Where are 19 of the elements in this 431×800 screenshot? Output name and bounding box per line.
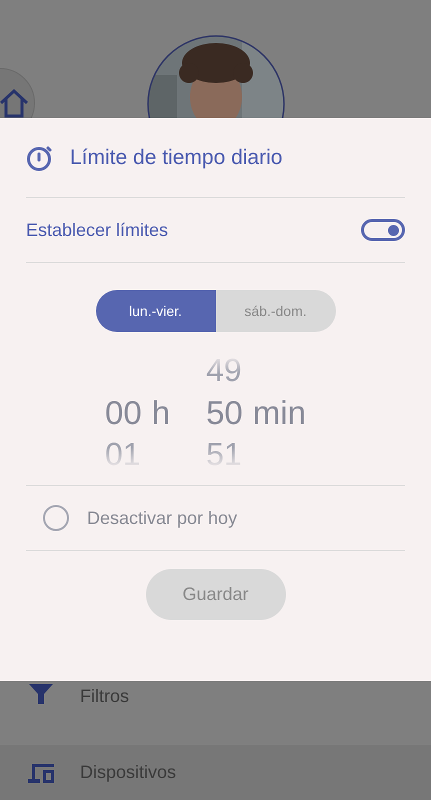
picker-value[interactable]: 50	[206, 396, 243, 428]
limits-switch[interactable]	[361, 219, 405, 241]
day-tab[interactable]: lun.-vier.	[96, 290, 216, 332]
radio-button[interactable]	[43, 505, 69, 531]
picker-next: 01	[105, 438, 141, 470]
filter-icon	[28, 683, 54, 705]
picker-previous: 49	[206, 354, 242, 386]
day-tab[interactable]: sáb.-dom.	[216, 290, 336, 332]
dialog-title: Límite de tiempo diario	[70, 144, 282, 171]
radio-label: Desactivar por hoy	[87, 506, 238, 530]
stopwatch-icon	[26, 144, 54, 172]
picker-value[interactable]: 00	[105, 396, 142, 428]
home-icon	[0, 88, 29, 118]
unit-label: min	[252, 396, 306, 428]
picker-next: 51	[206, 438, 242, 470]
toggle-label: Establecer límites	[26, 218, 168, 242]
menu-item[interactable]: Dispositivos	[0, 745, 431, 800]
devices-icon	[28, 762, 54, 784]
unit-label: h	[152, 396, 170, 428]
